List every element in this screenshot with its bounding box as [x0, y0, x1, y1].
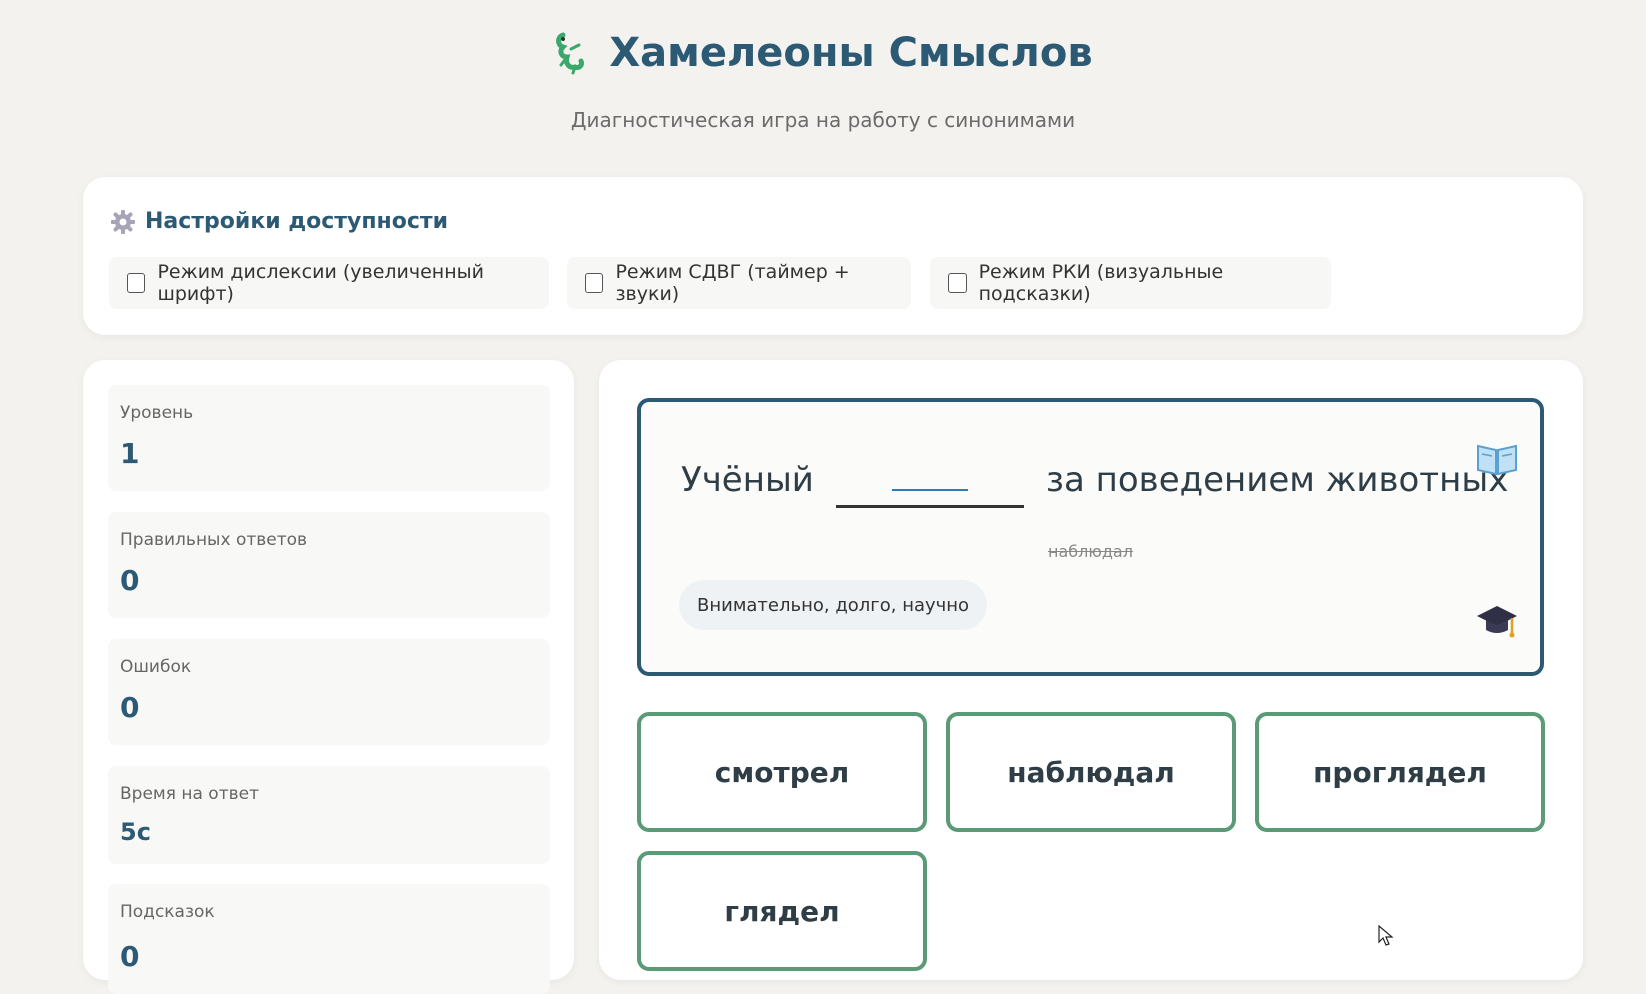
answer-blank[interactable]: [835, 452, 1024, 508]
stats-panel: Уровень 1 Правильных ответов 0 Ошибок 0 …: [83, 360, 574, 994]
question-sentence: Учёный за поведением животных: [681, 452, 1508, 508]
page-title: Хамелеоны Смыслов: [609, 30, 1093, 76]
mouse-cursor-icon: [1378, 924, 1394, 951]
crossed-out-word: наблюдал: [1048, 542, 1133, 561]
settings-header: Настройки доступности: [110, 209, 449, 234]
rki-mode-label: Режим РКИ (визуальные подсказки): [978, 261, 1224, 305]
choice-button-2[interactable]: наблюдал: [946, 712, 1236, 832]
adhd-mode-option[interactable]: Режим СДВГ (таймер + звуки): [567, 257, 911, 309]
question-card: Учёный за поведением животных наблюдал В…: [637, 398, 1544, 676]
sentence-after: за поведением животных: [1045, 460, 1509, 500]
gear-icon: [110, 209, 136, 234]
stat-hints: Подсказок 0: [108, 884, 550, 994]
choice-button-3[interactable]: проглядел: [1255, 712, 1545, 832]
stat-hints-value: 0: [120, 940, 140, 973]
game-panel: Учёный за поведением животных наблюдал В…: [599, 360, 1583, 980]
stat-correct-value: 0: [120, 564, 140, 597]
title-row: Хамелеоны Смыслов: [0, 30, 1646, 76]
stat-level: Уровень 1: [108, 385, 550, 491]
stat-correct-label: Правильных ответов: [120, 530, 308, 550]
stat-errors: Ошибок 0: [108, 639, 550, 745]
dyslexia-mode-option[interactable]: Режим дислексии (увеличенный шрифт): [109, 257, 549, 309]
rki-mode-option[interactable]: Режим РКИ (визуальные подсказки): [930, 257, 1331, 309]
lizard-icon: [553, 31, 587, 75]
stat-errors-label: Ошибок: [120, 657, 192, 677]
sentence-before: Учёный: [681, 460, 814, 500]
choice-button-4[interactable]: глядел: [637, 851, 927, 971]
stat-time-value: 5с: [120, 818, 151, 846]
book-icon: [1476, 442, 1518, 485]
dyslexia-mode-checkbox[interactable]: [127, 273, 146, 293]
stat-errors-value: 0: [120, 691, 140, 724]
adhd-mode-checkbox[interactable]: [585, 273, 604, 293]
page-subtitle: Диагностическая игра на работу с синоним…: [570, 108, 1076, 132]
adhd-mode-label: Режим СДВГ (таймер + звуки): [615, 261, 850, 305]
settings-title: Настройки доступности: [145, 209, 449, 234]
graduation-cap-icon: [1476, 602, 1518, 649]
stat-hints-label: Подсказок: [120, 902, 215, 922]
rki-mode-checkbox[interactable]: [948, 273, 967, 293]
stat-time-label: Время на ответ: [120, 784, 259, 804]
hint-pill: Внимательно, долго, научно: [679, 580, 988, 630]
dyslexia-mode-label: Режим дислексии (увеличенный шрифт): [157, 261, 484, 305]
accessibility-settings-panel: Настройки доступности Режим дислексии (у…: [83, 177, 1583, 335]
stat-time: Время на ответ 5с: [108, 766, 550, 864]
stat-correct: Правильных ответов 0: [108, 512, 550, 618]
choice-button-1[interactable]: смотрел: [637, 712, 927, 832]
stat-level-label: Уровень: [120, 403, 194, 423]
stat-level-value: 1: [120, 437, 140, 470]
